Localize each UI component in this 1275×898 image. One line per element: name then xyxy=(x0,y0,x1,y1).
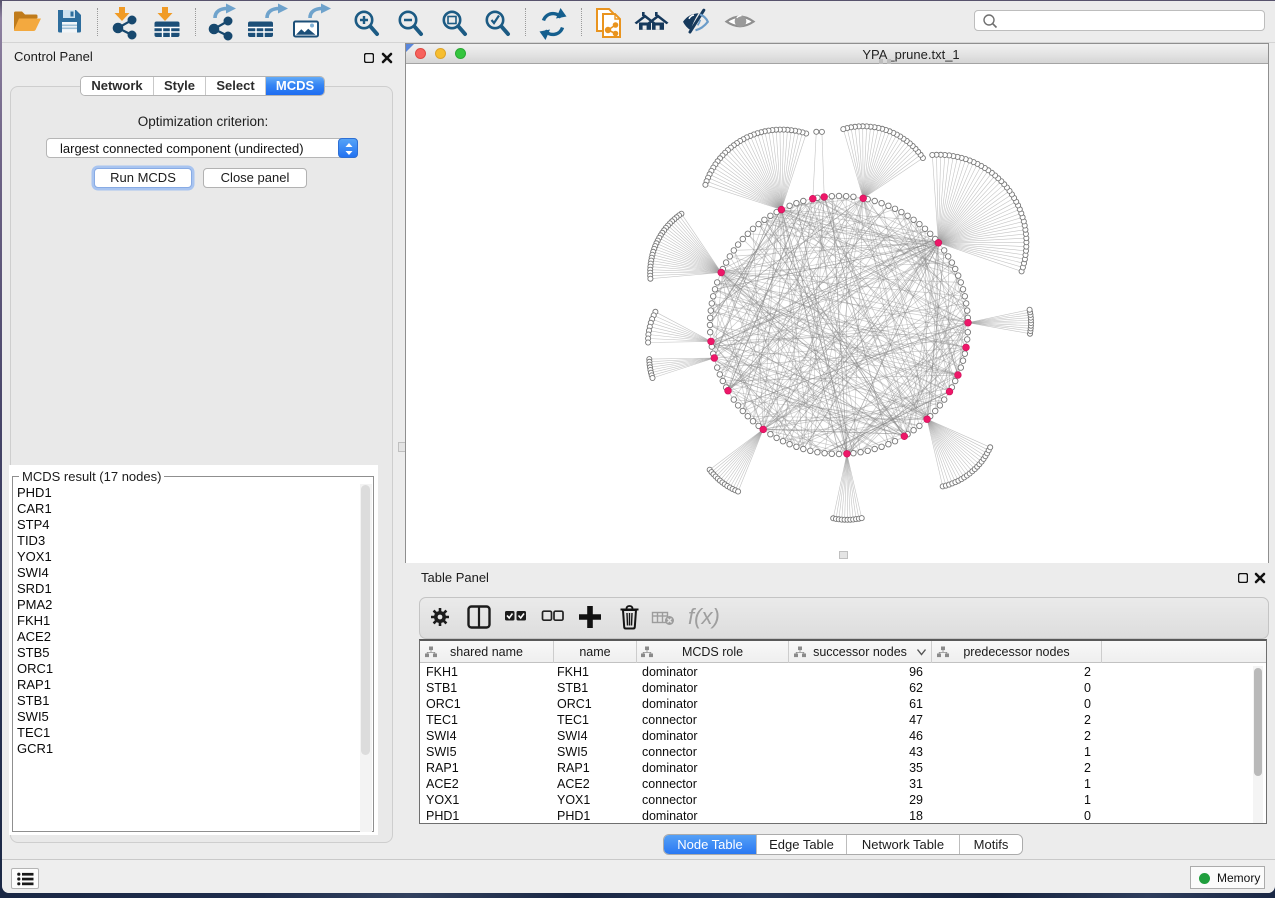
svg-text:f(x): f(x) xyxy=(688,604,720,629)
